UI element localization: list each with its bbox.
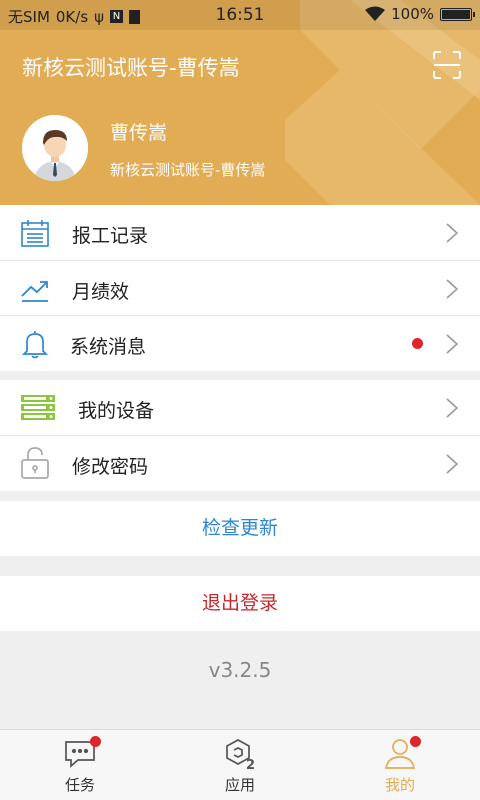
app-version: v3.2.5 bbox=[208, 658, 272, 682]
user-account: 新核云测试账号-曹传嵩 bbox=[110, 161, 266, 179]
menu-label-system-messages: 系统消息 bbox=[70, 336, 147, 358]
chevron-right-icon bbox=[446, 334, 458, 354]
user-name: 曹传嵩 bbox=[110, 122, 168, 144]
unread-badge bbox=[412, 338, 423, 349]
menu-item-work-records[interactable]: 报工记录 bbox=[0, 205, 480, 260]
profile-header: 无SIM 0K/s ψ N 16:51 100% 新核云测试账号-曹传嵩 曹传嵩… bbox=[0, 0, 480, 205]
me-badge bbox=[410, 736, 421, 747]
wifi-icon bbox=[365, 6, 386, 21]
chevron-right-icon bbox=[446, 223, 458, 243]
unlock-icon bbox=[21, 447, 49, 479]
header-title: 新核云测试账号-曹传嵩 bbox=[22, 56, 240, 80]
menu-item-monthly-performance[interactable]: 月绩效 bbox=[0, 261, 480, 316]
battery-percent: 100% bbox=[391, 5, 434, 23]
scan-icon[interactable] bbox=[433, 51, 461, 79]
avatar-icon bbox=[22, 115, 88, 181]
tab-label-me: 我的 bbox=[384, 776, 415, 794]
calendar-icon bbox=[21, 220, 49, 247]
apps-icon: 2 bbox=[226, 739, 255, 770]
tab-tasks[interactable]: 任务 bbox=[0, 730, 160, 800]
chevron-right-icon bbox=[446, 398, 458, 418]
tab-bar: 任务 2 应用 我的 bbox=[0, 729, 480, 800]
menu-item-system-messages[interactable]: 系统消息 bbox=[0, 316, 480, 371]
avatar[interactable] bbox=[22, 115, 88, 181]
tasks-badge bbox=[90, 736, 101, 747]
check-update-button[interactable]: 检查更新 bbox=[0, 501, 480, 556]
menu-label-work-records: 报工记录 bbox=[72, 225, 149, 247]
tab-label-tasks: 任务 bbox=[64, 776, 95, 794]
tab-apps[interactable]: 2 应用 bbox=[160, 730, 320, 800]
menu-label-monthly-performance: 月绩效 bbox=[72, 281, 130, 303]
bell-icon bbox=[21, 331, 49, 359]
menu-label-change-password: 修改密码 bbox=[72, 456, 149, 478]
menu-item-my-devices[interactable]: 我的设备 bbox=[0, 380, 480, 435]
trend-chart-icon bbox=[21, 281, 48, 302]
status-bar: 无SIM 0K/s ψ N 16:51 100% bbox=[0, 0, 480, 30]
logout-button[interactable]: 退出登录 bbox=[0, 576, 480, 631]
tab-me[interactable]: 我的 bbox=[320, 730, 480, 800]
battery-icon bbox=[440, 7, 475, 21]
chevron-right-icon bbox=[446, 454, 458, 474]
svg-text:2: 2 bbox=[246, 758, 255, 770]
chevron-right-icon bbox=[446, 279, 458, 299]
server-icon bbox=[21, 395, 55, 420]
menu-label-my-devices: 我的设备 bbox=[78, 400, 155, 422]
menu-item-change-password[interactable]: 修改密码 bbox=[0, 436, 480, 491]
tab-label-apps: 应用 bbox=[224, 776, 255, 794]
